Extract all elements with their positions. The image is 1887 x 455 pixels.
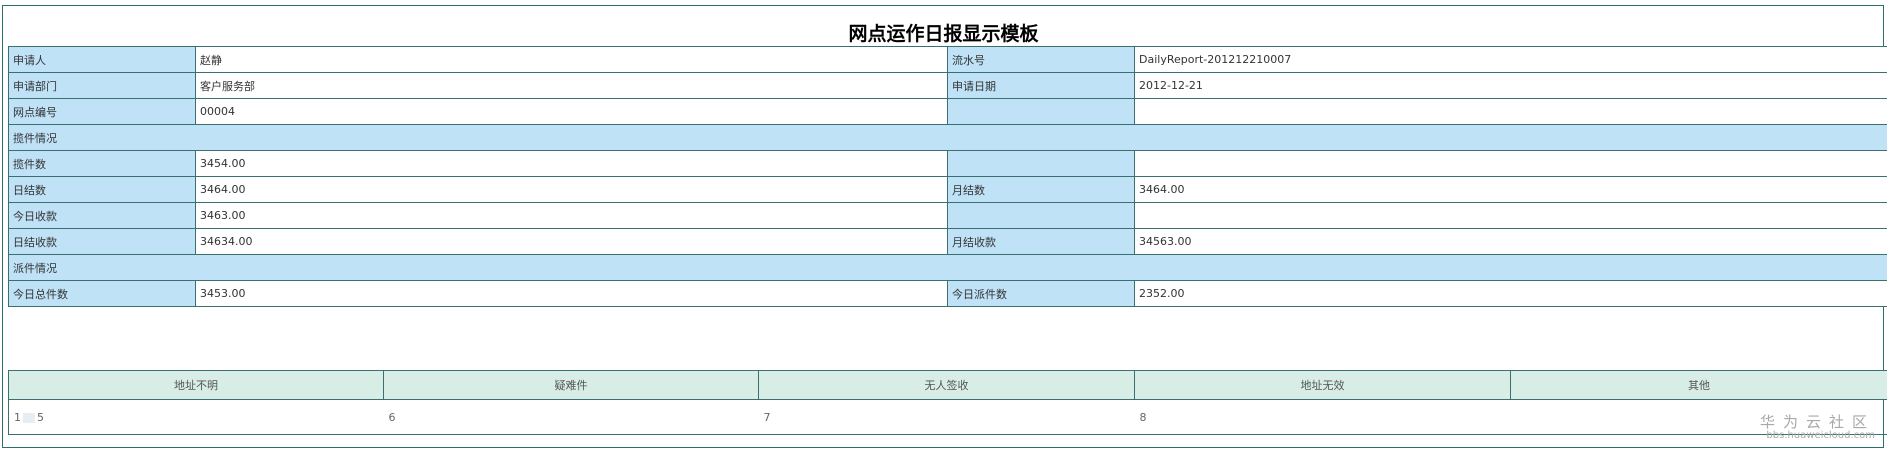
section-row: 揽件情况 [8, 124, 1887, 151]
col-header-no-signature: 无人签收 [758, 370, 1135, 400]
label-monthly-settle-count: 月结数 [947, 176, 1135, 203]
value-department: 客户服务部 [195, 72, 948, 99]
label-daily-settle-receipts: 日结收款 [8, 228, 196, 255]
watermark: 华为云社区 bbs.huaweicloud.com [1760, 414, 1875, 442]
col-header-address-unclear: 地址不明 [8, 370, 384, 400]
label-applicant: 申请人 [8, 46, 196, 73]
label-apply-date: 申请日期 [947, 72, 1135, 99]
table-row: 今日收款 3463.00 [8, 202, 1887, 229]
label-empty [947, 98, 1135, 125]
col-header-other: 其他 [1510, 370, 1887, 400]
label-today-total: 今日总件数 [8, 280, 196, 307]
header-row: 地址不明 疑难件 无人签收 地址无效 其他 [8, 370, 1887, 400]
value-pickup-count: 3454.00 [195, 150, 948, 177]
value-empty [1134, 98, 1887, 125]
table-row: 申请部门 客户服务部 申请日期 2012-12-21 [8, 72, 1887, 99]
values-row: 15 6 7 8 [8, 399, 1887, 435]
value-applicant: 赵静 [195, 46, 948, 73]
table-row: 申请人 赵静 流水号 DailyReport-201212210007 [8, 46, 1887, 73]
value-daily-settle-count: 3464.00 [195, 176, 948, 203]
value-today-receipts: 3463.00 [195, 202, 948, 229]
value-monthly-settle-receipts: 34563.00 [1134, 228, 1887, 255]
value-empty [1134, 150, 1887, 177]
input-box-icon [23, 412, 35, 423]
cell-no-signature: 7 [758, 399, 1135, 435]
page-title: 网点运作日报显示模板 [848, 23, 1039, 45]
value-empty [1134, 202, 1887, 229]
section-row: 派件情况 [8, 254, 1887, 281]
label-empty [947, 202, 1135, 229]
cell-address-unclear: 15 [8, 399, 384, 435]
cell-address-invalid: 8 [1134, 399, 1511, 435]
value-monthly-settle-count: 3464.00 [1134, 176, 1887, 203]
watermark-en: bbs.huaweicloud.com [1766, 430, 1875, 441]
value-serial-number: DailyReport-201212210007 [1134, 46, 1887, 73]
section-pickup: 揽件情况 [8, 124, 1887, 151]
label-today-delivered: 今日派件数 [947, 280, 1135, 307]
col-header-difficult: 疑难件 [383, 370, 759, 400]
value-branch-number: 00004 [195, 98, 948, 125]
section-delivery: 派件情况 [8, 254, 1887, 281]
cell-difficult: 6 [383, 399, 759, 435]
table-row: 揽件数 3454.00 [8, 150, 1887, 177]
label-department: 申请部门 [8, 72, 196, 99]
table-row: 网点编号 00004 [8, 98, 1887, 125]
watermark-cn: 华为云社区 [1759, 413, 1875, 431]
col-header-address-invalid: 地址无效 [1134, 370, 1511, 400]
value-daily-settle-receipts: 34634.00 [195, 228, 948, 255]
value-today-total: 3453.00 [195, 280, 948, 307]
value-today-delivered: 2352.00 [1134, 280, 1887, 307]
label-monthly-settle-receipts: 月结收款 [947, 228, 1135, 255]
table-row: 日结收款 34634.00 月结收款 34563.00 [8, 228, 1887, 255]
value-apply-date: 2012-12-21 [1134, 72, 1887, 99]
table-row: 今日总件数 3453.00 今日派件数 2352.00 [8, 280, 1887, 307]
label-empty [947, 150, 1135, 177]
label-daily-settle-count: 日结数 [8, 176, 196, 203]
label-serial-number: 流水号 [947, 46, 1135, 73]
value-address-unclear-b: 5 [37, 410, 44, 424]
label-pickup-count: 揽件数 [8, 150, 196, 177]
label-today-receipts: 今日收款 [8, 202, 196, 229]
label-branch-number: 网点编号 [8, 98, 196, 125]
report-table: 申请人 赵静 流水号 DailyReport-201212210007 申请部门… [8, 46, 1887, 307]
exception-table: 地址不明 疑难件 无人签收 地址无效 其他 15 6 7 8 [8, 370, 1887, 435]
value-address-unclear-a: 1 [14, 410, 21, 424]
table-row: 日结数 3464.00 月结数 3464.00 [8, 176, 1887, 203]
